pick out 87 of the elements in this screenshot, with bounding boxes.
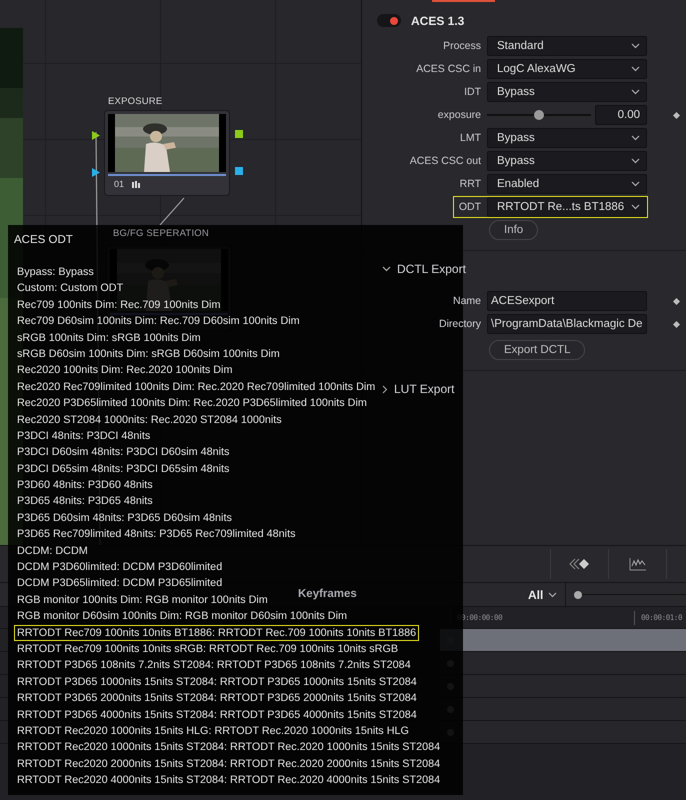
tooltip-line: P3DCI 48nits: P3DCI 48nits bbox=[16, 428, 152, 444]
keyframes-title: Keyframes bbox=[298, 588, 357, 602]
chevron-down-icon bbox=[382, 266, 391, 272]
tooltip-line: P3D65 Rec709limited 48nits: P3D65 Rec709limited 48nits bbox=[16, 527, 296, 542]
name-field[interactable]: ACESexport bbox=[487, 291, 647, 311]
tooltip-line: RRTODT Rec2020 4000nits 15nits ST2084: RRTODT Rec.2020 4000nits 15nits ST2084 bbox=[16, 773, 442, 788]
tooltip-line: Rec2020 P3D65limited 100nits Dim: Rec.2020 P3D65limited 100nits Dim bbox=[16, 396, 368, 412]
tooltip-line: RRTODT P3D65 4000nits 15nits ST2084: RRTODT P3D65 4000nits 15nits ST2084 bbox=[16, 708, 418, 723]
input-port-icon[interactable] bbox=[92, 131, 100, 140]
tooltip-line: Rec709 D60sim 100nits Dim: Rec.709 D60sim 100nits Dim bbox=[16, 314, 301, 330]
field-label: ODT bbox=[458, 201, 481, 213]
tooltip-line: P3D65 48nits: P3D65 48nits bbox=[16, 494, 154, 510]
export-button[interactable]: Export DCTL bbox=[489, 340, 586, 360]
node-title: EXPOSURE bbox=[108, 96, 162, 107]
dropdown[interactable]: RRTODT Re...ts BT1886 bbox=[487, 197, 647, 217]
output-port-icon[interactable] bbox=[235, 130, 243, 139]
tooltip-line: P3D60 48nits: P3D60 48nits bbox=[16, 478, 154, 494]
chevron-down-icon bbox=[631, 43, 640, 49]
field-label: ACES CSC in bbox=[416, 63, 481, 75]
dropdown[interactable]: LogC AlexaWG bbox=[487, 59, 647, 79]
tooltip-line: P3DCI D65sim 48nits: P3DCI D65sim 48nits bbox=[16, 462, 230, 477]
slider-thumb[interactable] bbox=[574, 591, 582, 599]
keyframe-icon[interactable] bbox=[673, 320, 680, 328]
slider-thumb[interactable] bbox=[534, 110, 544, 120]
keyframe-icon[interactable] bbox=[673, 298, 680, 304]
field-label: Directory bbox=[438, 318, 481, 330]
dropdown[interactable]: Standard bbox=[487, 36, 647, 56]
tooltip-line: RRTODT P3D65 1000nits 15nits ST2084: RRTODT P3D65 1000nits 15nits ST2084 bbox=[16, 674, 418, 690]
tooltip-line: DCDM P3D65limited: DCDM P3D65limited bbox=[16, 576, 224, 592]
info-button[interactable]: Info bbox=[489, 220, 538, 240]
chevron-down-icon bbox=[631, 158, 640, 164]
tooltip-title: ACES ODT bbox=[14, 233, 73, 248]
dropdown[interactable]: Bypass bbox=[487, 128, 647, 148]
tooltip-line: P3D65 D60sim 48nits: P3D65 D60sim 48nits bbox=[16, 510, 233, 526]
tooltip-line: RRTODT Rec2020 2000nits 15nits ST2084: RRTODT Rec.2020 2000nits 15nits ST2084 bbox=[16, 756, 442, 772]
node-card[interactable]: 01 bbox=[104, 110, 230, 196]
active-tab-indicator bbox=[432, 0, 495, 2]
chevron-down-icon bbox=[631, 204, 640, 210]
dropdown[interactable]: Enabled bbox=[487, 174, 647, 194]
chevron-down-icon bbox=[631, 66, 640, 72]
tooltip-line: Bypass: Bypass bbox=[16, 265, 95, 280]
chevron-down-icon bbox=[548, 592, 558, 598]
tooltip-line: Rec2020 ST2084 1000nits: Rec.2020 ST2084 1000nits bbox=[16, 412, 283, 428]
tooltip-line: RGB monitor D60sim 100nits Dim: RGB monitor D60sim 100nits Dim bbox=[16, 609, 348, 624]
panel-title: ACES 1.3 bbox=[411, 14, 464, 28]
dropdown[interactable]: Bypass bbox=[487, 82, 647, 102]
tooltip-line: Rec709 100nits Dim: Rec.709 100nits Dim bbox=[16, 298, 222, 313]
chevron-right-icon bbox=[382, 384, 388, 394]
enable-toggle[interactable] bbox=[377, 14, 401, 27]
levels-icon bbox=[132, 180, 140, 188]
tooltip-line: sRGB 100nits Dim: sRGB 100nits Dim bbox=[16, 330, 202, 346]
filter-dropdown[interactable]: All bbox=[528, 583, 566, 607]
tooltip-line: RRTODT Rec2020 1000nits 15nits ST2084: RRTODT Rec.2020 1000nits 15nits ST2084 bbox=[16, 740, 442, 756]
input-port-icon[interactable] bbox=[92, 168, 100, 177]
number-field[interactable]: 0.00 bbox=[595, 105, 647, 125]
node-number: 01 bbox=[114, 179, 124, 189]
tooltip-line: Custom: Custom ODT bbox=[16, 281, 124, 296]
tooltip-line: DCDM: DCDM bbox=[16, 544, 89, 559]
section-header[interactable]: LUT Export bbox=[382, 371, 454, 407]
field-label: Process bbox=[443, 40, 481, 52]
directory-field[interactable]: \ProgramData\Blackmagic De bbox=[487, 314, 647, 334]
chevron-down-icon bbox=[631, 135, 640, 141]
section-header[interactable]: DCTL Export bbox=[382, 251, 466, 287]
tooltip-line: RRTODT P3D65 108nits 7.2nits ST2084: RRTODT P3D65 108nits 7.2nits ST2084 bbox=[16, 658, 412, 674]
tooltip-line: P3DCI D60sim 48nits: P3DCI D60sim 48nits bbox=[16, 445, 230, 460]
dropdown[interactable]: Bypass bbox=[487, 151, 647, 171]
field-label: LMT bbox=[460, 132, 481, 144]
field-label: exposure bbox=[438, 109, 481, 121]
keyframe-icon[interactable] bbox=[673, 112, 680, 118]
tooltip-line: Rec2020 100nits Dim: Rec.2020 100nits Dim bbox=[16, 363, 234, 378]
node-title: BG/FG SEPERATION bbox=[113, 228, 209, 239]
tooltip-line: DCDM P3D60limited: DCDM P3D60limited bbox=[16, 560, 224, 576]
chevron-down-icon bbox=[631, 89, 640, 95]
field-label: ACES CSC out bbox=[410, 155, 481, 167]
field-label: IDT bbox=[464, 86, 481, 98]
tooltip-line: RRTODT Rec2020 1000nits 15nits HLG: RRTODT Rec.2020 1000nits 15nits HLG bbox=[16, 724, 410, 739]
tooltip-line: RRTODT Rec709 100nits 10nits sRGB: RRTODT Rec.709 100nits 10nits sRGB bbox=[16, 642, 400, 657]
tooltip-line: RGB monitor 100nits Dim: RGB monitor 100nits Dim bbox=[16, 592, 269, 608]
tooltip-line: Rec2020 Rec709limited 100nits Dim: Rec.2020 Rec709limited 100nits Dim bbox=[16, 380, 376, 395]
chevron-down-icon bbox=[631, 181, 640, 187]
field-label: Name bbox=[452, 295, 481, 307]
slider[interactable] bbox=[487, 108, 591, 122]
output-port-icon[interactable] bbox=[235, 167, 243, 176]
tooltip-line: RRTODT P3D65 2000nits 15nits ST2084: RRTODT P3D65 2000nits 15nits ST2084 bbox=[16, 691, 418, 706]
tooltip-line: sRGB D60sim 100nits Dim: sRGB D60sim 100nits Dim bbox=[16, 346, 281, 362]
connection-line bbox=[160, 198, 184, 226]
field-label: RRT bbox=[460, 178, 481, 190]
